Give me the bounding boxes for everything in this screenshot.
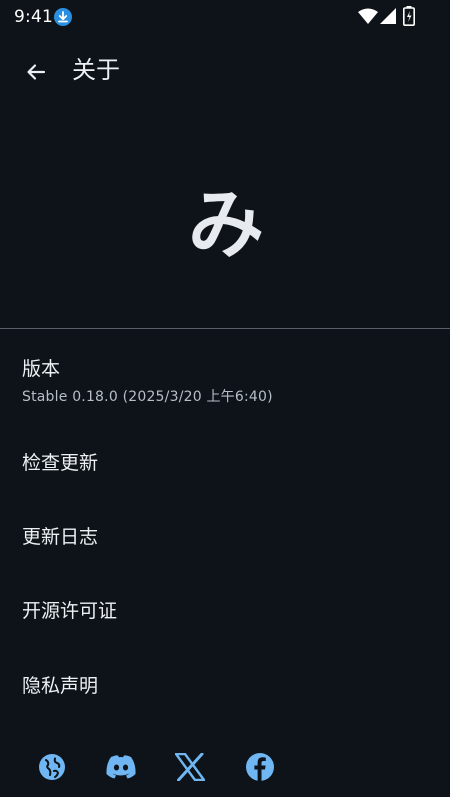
download-icon: [54, 8, 72, 26]
signal-icon: [380, 8, 396, 24]
discord-button[interactable]: [104, 750, 138, 784]
privacy-policy-label: 隐私声明: [22, 675, 99, 697]
discord-icon: [106, 755, 136, 779]
version-item[interactable]: 版本 Stable 0.18.0 (2025/3/20 上午6:40): [0, 340, 450, 416]
facebook-button[interactable]: [243, 750, 277, 784]
check-update-label: 检查更新: [22, 452, 99, 474]
privacy-policy-item[interactable]: 隐私声明: [0, 655, 450, 715]
facebook-icon: [246, 753, 274, 781]
divider: [0, 328, 450, 329]
status-bar: 9:41: [0, 0, 450, 34]
changelog-label: 更新日志: [22, 526, 99, 548]
version-label: 版本: [22, 358, 61, 380]
back-button[interactable]: [18, 54, 54, 90]
version-value: Stable 0.18.0 (2025/3/20 上午6:40): [22, 389, 273, 405]
wifi-icon: [358, 8, 378, 24]
open-source-licenses-label: 开源许可证: [22, 600, 118, 622]
x-button[interactable]: [173, 750, 207, 784]
open-source-licenses-item[interactable]: 开源许可证: [0, 580, 450, 640]
arrow-left-icon: [27, 64, 46, 80]
social-links: [0, 742, 450, 792]
x-icon: [175, 753, 205, 781]
battery-icon: [403, 6, 415, 26]
website-button[interactable]: [35, 750, 69, 784]
globe-icon: [39, 754, 65, 780]
check-update-item[interactable]: 检查更新: [0, 432, 450, 492]
page-title: 关于: [72, 56, 120, 84]
changelog-item[interactable]: 更新日志: [0, 506, 450, 566]
app-logo: み: [188, 180, 264, 269]
status-time: 9:41: [14, 7, 53, 27]
app-bar: 关于: [0, 40, 450, 100]
